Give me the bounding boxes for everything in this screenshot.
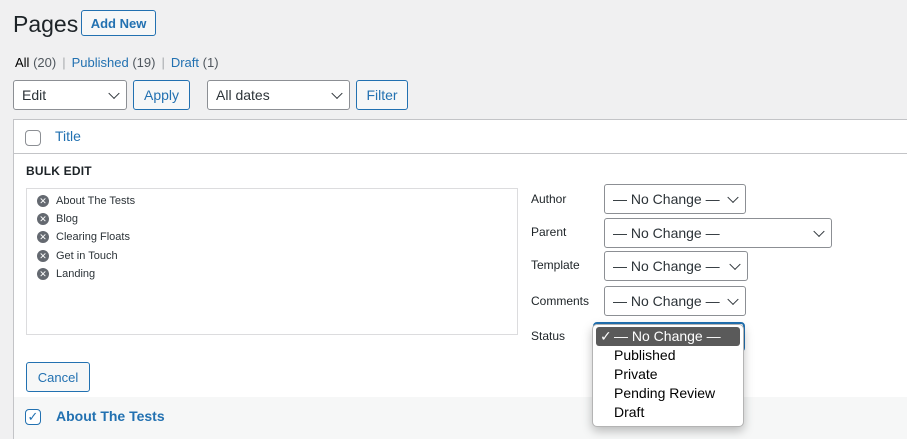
comments-value: — No Change — bbox=[613, 293, 720, 309]
bulk-edit-heading: BULK EDIT bbox=[26, 164, 92, 178]
status-option-private[interactable]: Private bbox=[593, 365, 743, 384]
list-item-label: Blog bbox=[56, 213, 79, 225]
list-item-label: Landing bbox=[56, 268, 96, 280]
bulk-action-select[interactable]: Edit bbox=[13, 80, 127, 110]
view-draft-count: (1) bbox=[202, 55, 219, 70]
remove-icon[interactable]: ✕ bbox=[37, 250, 49, 262]
pages-table: Title BULK EDIT ✕ About The Tests ✕ Blog ✕… bbox=[13, 119, 907, 439]
list-item: ✕ Landing bbox=[37, 268, 95, 280]
remove-icon[interactable]: ✕ bbox=[37, 213, 49, 225]
cancel-button[interactable]: Cancel bbox=[26, 362, 90, 392]
list-item-label: About The Tests bbox=[56, 195, 136, 207]
comments-label: Comments bbox=[531, 294, 590, 308]
checkmark-icon: ✓ bbox=[600, 328, 612, 344]
list-item: ✕ About The Tests bbox=[37, 195, 135, 207]
dates-filter-value: All dates bbox=[216, 87, 270, 103]
view-separator: | bbox=[161, 55, 165, 70]
chevron-down-icon bbox=[108, 87, 120, 100]
view-published-link[interactable]: Published (19) bbox=[72, 55, 156, 70]
table-header: Title bbox=[14, 120, 907, 154]
filter-button[interactable]: Filter bbox=[356, 80, 408, 110]
view-draft-label: Draft bbox=[170, 55, 200, 70]
parent-value: — No Change — bbox=[613, 225, 720, 241]
apply-button[interactable]: Apply bbox=[133, 80, 190, 110]
chevron-down-icon bbox=[727, 191, 739, 204]
bulk-titles-list: ✕ About The Tests ✕ Blog ✕ Clearing Floats … bbox=[26, 188, 518, 335]
list-item-label: Clearing Floats bbox=[56, 231, 130, 243]
view-all-link[interactable]: All (20) bbox=[15, 55, 56, 70]
remove-icon[interactable]: ✕ bbox=[37, 195, 49, 207]
row-title-link[interactable]: About The Tests bbox=[56, 408, 165, 424]
chevron-down-icon bbox=[727, 293, 739, 306]
remove-icon[interactable]: ✕ bbox=[37, 268, 49, 280]
status-dropdown-menu: ✓ — No Change — Published Private Pending… bbox=[592, 324, 744, 427]
template-value: — No Change — bbox=[613, 258, 720, 274]
chevron-down-icon bbox=[813, 225, 825, 238]
author-select[interactable]: — No Change — bbox=[604, 184, 746, 214]
select-all-checkbox[interactable] bbox=[25, 130, 41, 146]
dates-filter-select[interactable]: All dates bbox=[207, 80, 350, 110]
status-option-draft[interactable]: Draft bbox=[593, 403, 743, 422]
remove-icon[interactable]: ✕ bbox=[37, 231, 49, 243]
list-item: ✕ Blog bbox=[37, 213, 78, 225]
page-title: Pages bbox=[13, 11, 79, 37]
status-option-pending-review[interactable]: Pending Review bbox=[593, 384, 743, 403]
chevron-down-icon bbox=[729, 258, 741, 271]
add-new-button[interactable]: Add New bbox=[81, 10, 156, 36]
view-all-label: All bbox=[15, 55, 30, 70]
template-select[interactable]: — No Change — bbox=[604, 251, 748, 281]
list-item: ✕ Get in Touch bbox=[37, 250, 118, 262]
status-option-label: — No Change — bbox=[614, 328, 721, 344]
status-label: Status bbox=[531, 329, 566, 343]
list-item-label: Get in Touch bbox=[56, 250, 118, 262]
parent-label: Parent bbox=[531, 225, 567, 239]
view-separator: | bbox=[62, 55, 66, 70]
title-column-header[interactable]: Title bbox=[55, 128, 81, 144]
view-published-count: (19) bbox=[132, 55, 156, 70]
row-checkbox[interactable]: ✓ bbox=[25, 409, 41, 425]
bulk-action-value: Edit bbox=[22, 87, 47, 103]
author-value: — No Change — bbox=[613, 191, 720, 207]
list-item: ✕ Clearing Floats bbox=[37, 231, 130, 243]
template-label: Template bbox=[531, 258, 580, 272]
view-all-count: (20) bbox=[33, 55, 57, 70]
view-draft-link[interactable]: Draft (1) bbox=[171, 55, 219, 70]
chevron-down-icon bbox=[331, 87, 343, 100]
author-label: Author bbox=[531, 192, 567, 206]
table-row[interactable]: ✓ About The Tests bbox=[14, 397, 907, 439]
status-option-no-change[interactable]: ✓ — No Change — bbox=[596, 327, 740, 346]
parent-select[interactable]: — No Change — bbox=[604, 218, 832, 248]
status-option-published[interactable]: Published bbox=[593, 346, 743, 365]
view-filters: All (20) | Published (19) | Draft (1) bbox=[15, 55, 219, 71]
comments-select[interactable]: — No Change — bbox=[604, 286, 746, 316]
view-published-label: Published bbox=[71, 55, 129, 70]
